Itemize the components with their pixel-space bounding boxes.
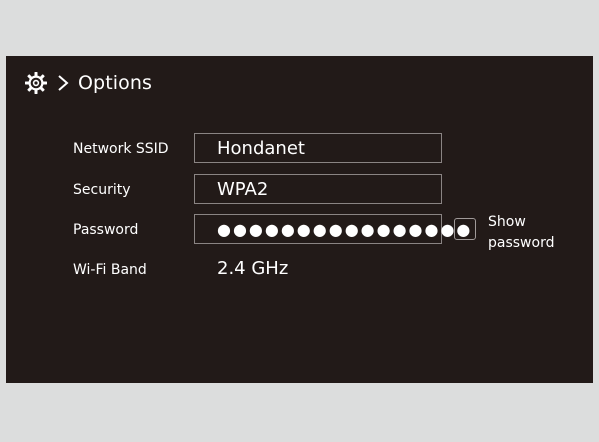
security-field[interactable]: WPA2 bbox=[194, 174, 442, 204]
band-label: Wi-Fi Band bbox=[73, 262, 147, 278]
show-password-checkbox[interactable] bbox=[454, 218, 476, 240]
options-screen: Options Network SSID Hondanet Security W… bbox=[6, 56, 593, 383]
show-password-label[interactable]: Show password bbox=[488, 212, 584, 254]
ssid-value: Hondanet bbox=[217, 137, 305, 159]
password-field[interactable]: ●●●●●●●●●●●●●●●● bbox=[194, 214, 470, 244]
password-value: ●●●●●●●●●●●●●●●● bbox=[217, 219, 473, 239]
gear-icon[interactable] bbox=[24, 71, 48, 95]
band-value: 2.4 GHz bbox=[217, 258, 289, 279]
header: Options bbox=[24, 70, 152, 96]
security-value: WPA2 bbox=[217, 178, 269, 200]
ssid-label: Network SSID bbox=[73, 141, 169, 157]
ssid-field[interactable]: Hondanet bbox=[194, 133, 442, 163]
password-label: Password bbox=[73, 222, 139, 238]
page-title: Options bbox=[78, 72, 153, 94]
chevron-right-icon bbox=[48, 74, 69, 92]
security-label: Security bbox=[73, 182, 131, 198]
